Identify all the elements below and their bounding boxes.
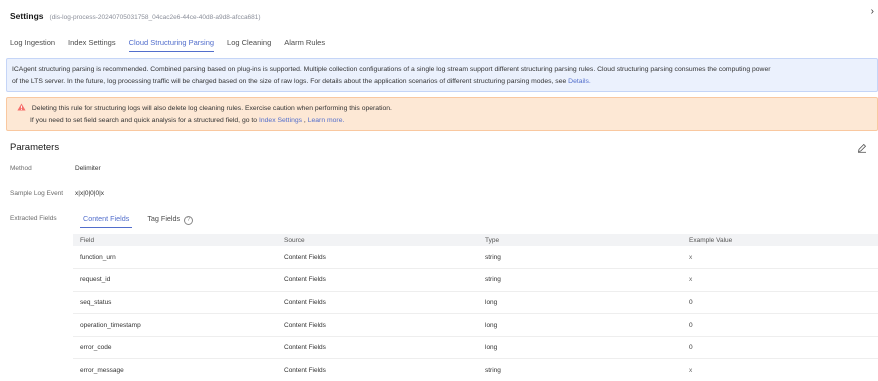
warning-notice: Deleting this rule for structuring logs … [6, 97, 878, 131]
warning-line-2-text: If you need to set field search and quic… [30, 117, 258, 124]
sample-log-event-label: Sample Log Event [10, 190, 64, 197]
field-cell: request_id [73, 268, 277, 292]
example-cell: 0 [682, 291, 878, 315]
parameters-title: Parameters [10, 142, 60, 153]
field-cell: function_urn [73, 246, 277, 270]
field-type-tabs: Content Fields Tag Fields ? [80, 214, 208, 228]
extracted-fields-label: Extracted Fields [10, 215, 57, 222]
page-subtitle: (dis-log-process-20240705031758_04cac2e6… [49, 14, 261, 21]
table-row: request_id Content Fields string x [73, 268, 878, 292]
tab-alarm-rules[interactable]: Alarm Rules [284, 38, 325, 52]
details-link[interactable]: Details. [568, 78, 591, 85]
field-cell: seq_status [73, 291, 277, 315]
tab-content-fields[interactable]: Content Fields [80, 214, 133, 228]
table-row: operation_timestamp Content Fields long … [73, 313, 878, 337]
example-cell: x [682, 268, 878, 292]
table-row: error_message Content Fields string x [73, 358, 878, 381]
tab-tag-fields[interactable]: Tag Fields ? [144, 214, 196, 228]
learn-more-link[interactable]: Learn more. [308, 117, 345, 124]
type-cell: long [478, 313, 682, 337]
source-cell: Content Fields [277, 313, 478, 337]
help-icon[interactable]: ? [184, 216, 194, 225]
example-cell: x [682, 358, 878, 381]
type-cell: string [478, 268, 682, 292]
example-cell: 0 [682, 336, 878, 360]
source-cell: Content Fields [277, 291, 478, 315]
page-title: Settings [10, 11, 44, 21]
settings-header: Settings (dis-log-process-20240705031758… [10, 11, 261, 23]
table-row: error_code Content Fields long 0 [73, 336, 878, 360]
edit-pencil-icon[interactable] [857, 143, 867, 153]
table-row: seq_status Content Fields long 0 [73, 291, 878, 315]
warning-line-1: Deleting this rule for structuring logs … [17, 103, 867, 115]
table-row: function_urn Content Fields string x [73, 246, 878, 270]
warning-triangle-icon [17, 103, 26, 111]
field-cell: error_code [73, 336, 277, 360]
info-line-2: of the LTS server. In the future, log pr… [12, 76, 872, 88]
field-cell: operation_timestamp [73, 313, 277, 337]
extracted-fields-table: Field Source Type Example Value function… [73, 234, 878, 381]
source-cell: Content Fields [277, 358, 478, 381]
field-cell: error_message [73, 358, 277, 381]
example-cell: x [682, 246, 878, 270]
column-header-type: Type [478, 234, 682, 246]
info-notice: ICAgent structuring parsing is recommend… [6, 58, 878, 92]
tab-cloud-structuring-parsing[interactable]: Cloud Structuring Parsing [128, 38, 215, 52]
index-settings-link[interactable]: Index Settings [259, 117, 302, 124]
column-header-field: Field [73, 234, 277, 246]
type-cell: long [478, 336, 682, 360]
tab-log-cleaning[interactable]: Log Cleaning [227, 38, 271, 52]
settings-tabs: Log Ingestion Index Settings Cloud Struc… [10, 38, 338, 52]
collapse-chevron-icon[interactable]: › [871, 6, 874, 17]
example-cell: 0 [682, 313, 878, 337]
type-cell: string [478, 246, 682, 270]
table-header-row: Field Source Type Example Value [73, 234, 878, 246]
source-cell: Content Fields [277, 268, 478, 292]
warning-line-1-text: Deleting this rule for structuring logs … [31, 105, 392, 112]
source-cell: Content Fields [277, 336, 478, 360]
source-cell: Content Fields [277, 246, 478, 270]
type-cell: long [478, 291, 682, 315]
info-line-1: ICAgent structuring parsing is recommend… [12, 66, 771, 73]
warning-line-2: If you need to set field search and quic… [17, 115, 867, 127]
column-header-example-value: Example Value [682, 234, 878, 246]
tab-index-settings[interactable]: Index Settings [68, 38, 116, 52]
type-cell: string [478, 358, 682, 381]
method-value: Delimiter [75, 165, 101, 172]
column-header-source: Source [277, 234, 478, 246]
method-label: Method [10, 165, 32, 172]
tab-log-ingestion[interactable]: Log Ingestion [10, 38, 55, 52]
sample-log-event-value: x|x|0|0|0|x [75, 190, 105, 197]
info-line-2-text: of the LTS server. In the future, log pr… [12, 78, 567, 85]
tab-tag-fields-label: Tag Fields [147, 214, 181, 223]
